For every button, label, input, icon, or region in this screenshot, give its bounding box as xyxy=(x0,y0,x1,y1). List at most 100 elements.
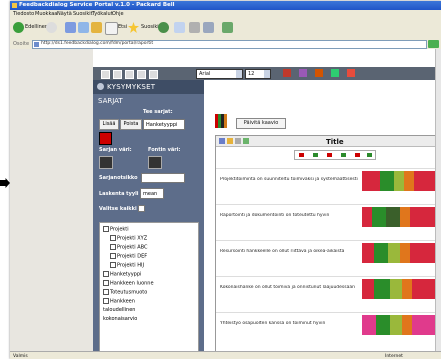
checkbox-icon[interactable] xyxy=(103,298,109,304)
menu-help[interactable]: Ohje xyxy=(112,11,124,17)
page: Feedbackdialog Service Portal v.1.0 - Pa… xyxy=(0,0,441,359)
bar-segment xyxy=(400,243,410,263)
tree-item[interactable]: Hanketyyppi xyxy=(103,271,141,278)
forward-icon[interactable] xyxy=(46,22,57,33)
chart-type-icon[interactable] xyxy=(315,69,323,77)
search-icon[interactable] xyxy=(105,22,118,35)
refresh-icon[interactable] xyxy=(78,22,89,33)
series-color-swatch[interactable] xyxy=(99,132,112,145)
vertical-scrollbar[interactable] xyxy=(435,49,441,351)
edit-icon[interactable] xyxy=(203,22,214,33)
address-label: Osoite xyxy=(13,41,30,47)
add-button[interactable]: Lisää xyxy=(99,119,119,130)
menu-favorites[interactable]: Suosikit xyxy=(73,11,93,17)
print-icon[interactable] xyxy=(189,22,200,33)
menu-file[interactable]: Tiedosto xyxy=(13,11,34,17)
pointer-arrow-icon xyxy=(0,178,10,188)
create-series-label: Tee sarjat: xyxy=(143,109,173,115)
menu-view[interactable]: Näytä xyxy=(57,11,72,17)
checkbox-icon[interactable] xyxy=(103,289,109,295)
save-icon[interactable] xyxy=(125,70,134,79)
series-header[interactable]: SARJAT xyxy=(98,97,123,105)
bar-segment xyxy=(404,171,414,191)
menu-tools[interactable]: Työkalut xyxy=(92,11,113,17)
folder-icon[interactable] xyxy=(227,138,233,144)
tree-item[interactable]: Hankkeen luonne xyxy=(103,280,154,287)
bar-segment xyxy=(390,279,402,299)
window-title: Feedbackdialog Service Portal v.1.0 - Pa… xyxy=(19,2,175,8)
table-row: Resursointi hankkeelle on ollut riittävä… xyxy=(216,240,441,265)
save-icon[interactable] xyxy=(219,138,225,144)
questions-header[interactable]: KYSYMYKSET xyxy=(93,80,204,94)
legend-swatch xyxy=(367,153,372,157)
select-all-label: Valitse kaikki xyxy=(99,206,137,212)
bullet-icon xyxy=(97,83,104,90)
checkbox-icon[interactable] xyxy=(110,262,116,268)
row-label: Yhteistyö osapuolten kanssa on toiminut … xyxy=(220,321,326,326)
checkbox-icon[interactable] xyxy=(110,235,116,241)
mail-icon[interactable] xyxy=(174,22,185,33)
series-title-label: Sarjanotsikko xyxy=(99,175,138,181)
page-content: Arial 12 KYSYMYKSET SARJAT Tee sarjat: L… xyxy=(10,49,441,353)
print-report-icon[interactable] xyxy=(137,70,146,79)
browser-window: Feedbackdialog Service Portal v.1.0 - Pa… xyxy=(10,1,441,359)
bar-segment xyxy=(374,279,390,299)
chevron-down-icon[interactable] xyxy=(264,70,270,78)
address-input[interactable]: http://ds1.feedbackdialog.com/fdm/portal… xyxy=(32,40,427,49)
back-button-label[interactable]: Edellinen xyxy=(25,24,48,36)
series-color-label: Sarjan väri: xyxy=(99,147,132,153)
open-icon[interactable] xyxy=(113,70,122,79)
chart-type-icon[interactable] xyxy=(283,69,291,77)
bar-segment xyxy=(362,243,374,263)
chart-type-icon[interactable] xyxy=(299,69,307,77)
go-button[interactable] xyxy=(428,40,439,48)
checkbox-icon[interactable] xyxy=(103,280,109,286)
home-icon[interactable] xyxy=(91,22,102,33)
tree-item[interactable]: Toteutusmuoto xyxy=(103,289,147,296)
chart-type-icon[interactable] xyxy=(347,69,355,77)
legend-swatch xyxy=(341,153,346,157)
chevron-down-icon[interactable] xyxy=(236,70,242,78)
tree-item[interactable]: Hankkeen xyxy=(103,298,135,305)
remove-button[interactable]: Poista xyxy=(120,119,142,130)
new-icon[interactable] xyxy=(101,70,110,79)
table-row: Yhteistyö osapuolten kanssa on toiminut … xyxy=(216,312,441,337)
checkbox-icon[interactable] xyxy=(103,271,109,277)
stop-icon[interactable] xyxy=(65,22,76,33)
select-all-checkbox[interactable] xyxy=(138,205,145,212)
series-type-value: Hanketyyppi xyxy=(146,122,178,128)
export-icon[interactable] xyxy=(149,70,158,79)
favorites-icon[interactable] xyxy=(128,22,139,33)
tree-item[interactable]: Projekti DEF xyxy=(110,253,147,260)
refresh-icon[interactable] xyxy=(243,138,249,144)
size-select[interactable]: 12 xyxy=(245,69,271,79)
tree-item[interactable]: Projekti ABC xyxy=(110,244,148,251)
font-select[interactable]: Arial xyxy=(196,69,243,79)
tree-item[interactable]: Projekti HIJ xyxy=(110,262,144,269)
bar-segment xyxy=(394,171,404,191)
bar-segment xyxy=(402,279,412,299)
series-type-select[interactable]: Hanketyyppi xyxy=(143,119,185,130)
tree-item[interactable]: Projekti xyxy=(103,226,129,233)
menu-edit[interactable]: Muokkaa xyxy=(35,11,57,17)
messenger-icon[interactable] xyxy=(222,22,233,33)
update-chart-button[interactable]: Päivitä kaavio xyxy=(236,118,286,129)
chart-grid-icon xyxy=(215,114,227,128)
series-title-input[interactable] xyxy=(141,173,185,183)
back-icon[interactable] xyxy=(13,22,24,33)
print-icon[interactable] xyxy=(235,138,241,144)
checkbox-icon[interactable] xyxy=(103,226,109,232)
tree-view: Projekti Projekti XYZ Projekti ABC Proje… xyxy=(99,222,199,352)
search-button-label[interactable]: Etsi xyxy=(118,24,127,36)
title-bar: Feedbackdialog Service Portal v.1.0 - Pa… xyxy=(10,1,441,10)
checkbox-icon[interactable] xyxy=(110,253,116,259)
bar-segment xyxy=(372,207,386,227)
font-color-icon[interactable] xyxy=(148,156,162,169)
calculation-style-select[interactable]: mean xyxy=(140,188,164,199)
series-color-icon[interactable] xyxy=(99,156,113,169)
row-label: Kokonaishanke on ollut toimiva ja onnist… xyxy=(220,285,355,290)
chart-type-icon[interactable] xyxy=(331,69,339,77)
checkbox-icon[interactable] xyxy=(110,244,116,250)
tree-item[interactable]: Projekti XYZ xyxy=(110,235,147,242)
media-icon[interactable] xyxy=(158,22,169,33)
